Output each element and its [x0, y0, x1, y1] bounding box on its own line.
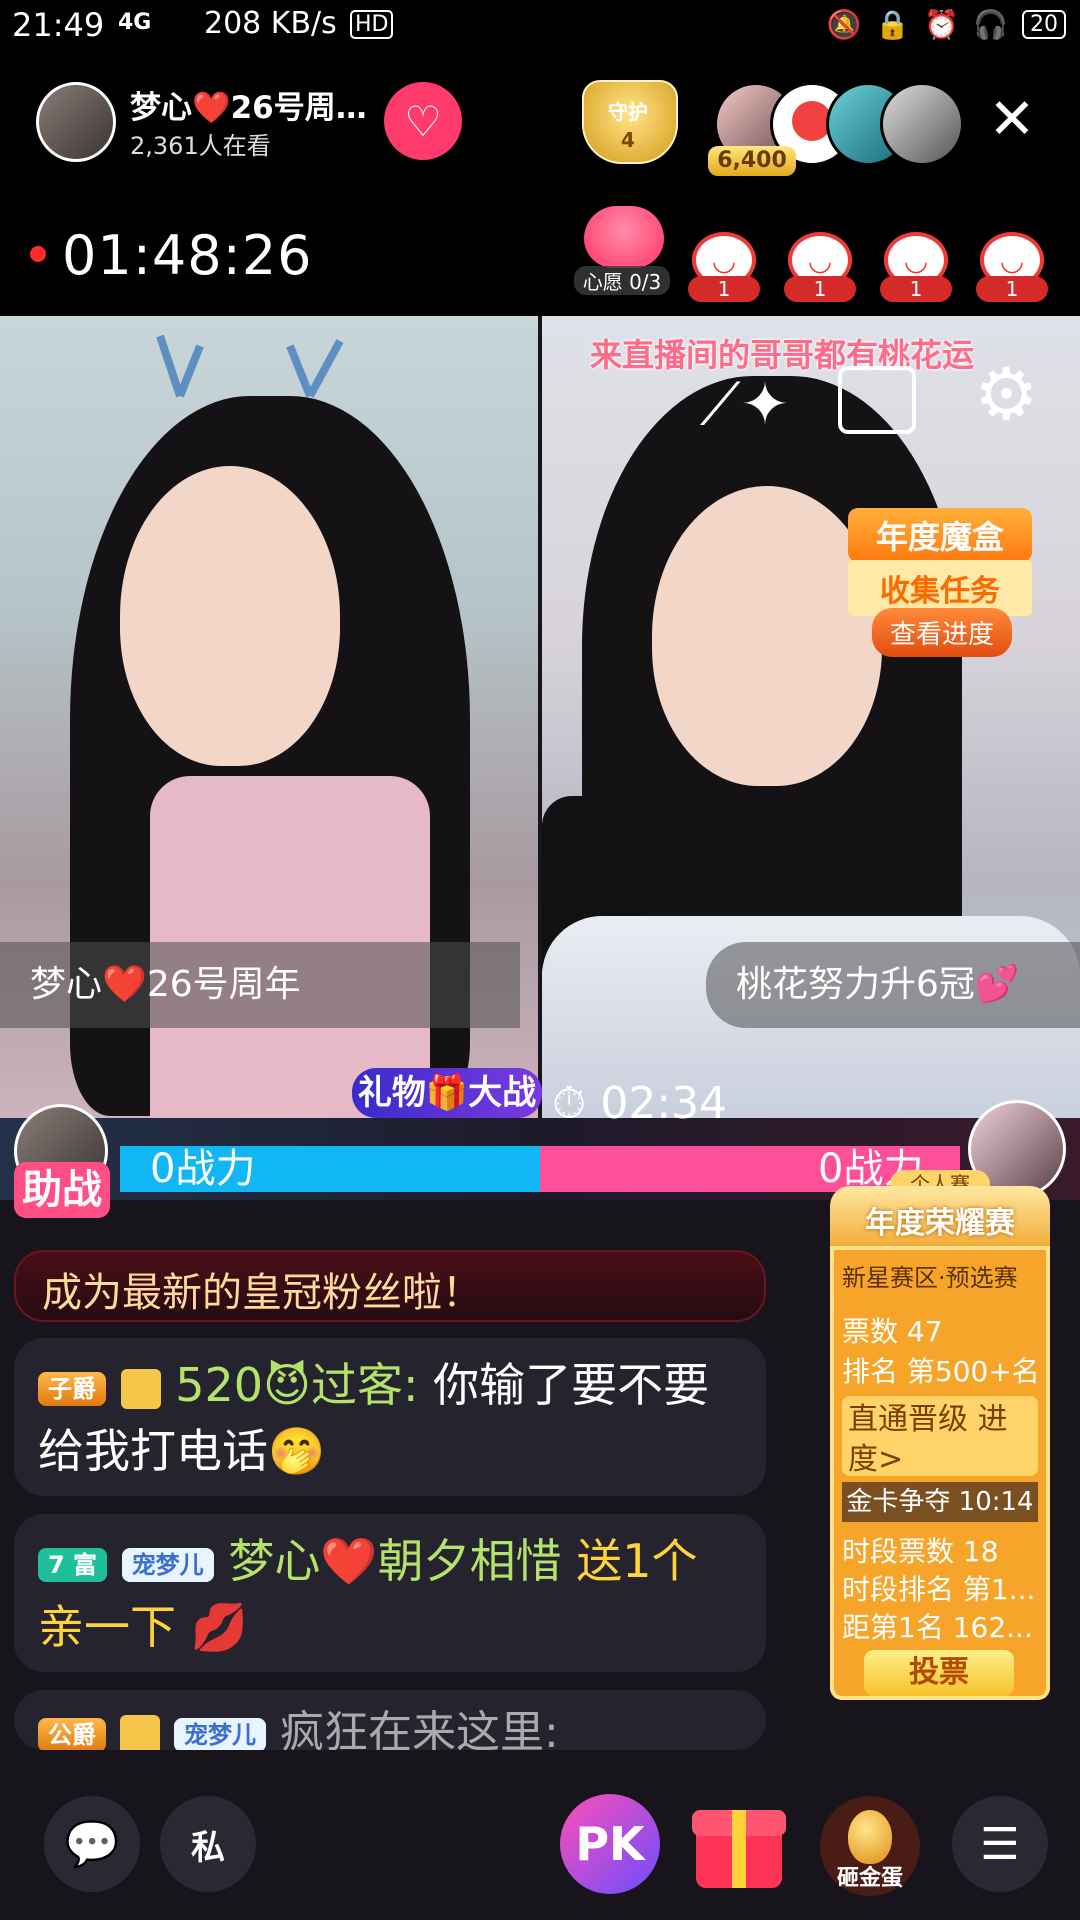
- close-button[interactable]: ✕: [984, 92, 1040, 148]
- golden-egg-label: 砸金蛋: [836, 1866, 903, 1891]
- wish-label: 心愿 0/3: [574, 266, 670, 295]
- battle-timer: ⏱ 02:34: [552, 1078, 727, 1129]
- left-streamer-name[interactable]: 梦心❤️26号周年: [0, 942, 520, 1028]
- gift-goal-item[interactable]: ◡ 1: [880, 232, 952, 316]
- status-icons: 🔕 🔒 ⏰ 🎧 20: [826, 8, 1066, 41]
- gift-battle-title[interactable]: 礼物🎁大战: [352, 1068, 542, 1118]
- status-bar: 21:49 4G 208 KB/s HD 🔕 🔒 ⏰ 🎧 20: [0, 0, 1080, 56]
- bell-muted-icon: 🔕: [826, 8, 862, 41]
- gift-goal-item[interactable]: ◡ 1: [784, 232, 856, 316]
- gift-goal-count: 1: [880, 276, 952, 302]
- private-message-button[interactable]: 私: [160, 1796, 256, 1892]
- hd-indicator: HD: [350, 10, 394, 39]
- chat-bubble-icon: 💬: [64, 1819, 120, 1870]
- golden-egg-icon: [848, 1810, 892, 1864]
- chat-username[interactable]: 梦心❤️朝夕相惜: [228, 1534, 561, 1588]
- clock-icon: ⏱: [552, 1078, 587, 1129]
- annual-magic-box[interactable]: 年度魔盒 收集任务 查看进度: [842, 490, 1038, 658]
- direct-promotion-label: 直通晋级: [848, 1402, 968, 1437]
- network-speed: 208 KB/s: [204, 6, 337, 41]
- live-indicator-icon: [30, 246, 46, 262]
- golden-egg-button[interactable]: 砸金蛋: [820, 1796, 920, 1896]
- battery-icon: 20: [1022, 10, 1066, 39]
- gift-goal-count: 1: [784, 276, 856, 302]
- host-avatar[interactable]: [36, 82, 116, 162]
- comment-button[interactable]: 💬: [44, 1796, 140, 1892]
- settings-gear-icon[interactable]: ⚙: [974, 358, 1039, 430]
- antler-headband-icon: [140, 316, 360, 416]
- video-face: [120, 466, 340, 766]
- headphones-icon: 🎧: [973, 8, 1008, 41]
- gift-button[interactable]: [692, 1798, 786, 1888]
- gap-to-first: 距第1名 162...: [842, 1611, 1033, 1644]
- top-fan-points: 6,400: [708, 146, 796, 176]
- guard-count: 4: [621, 128, 635, 152]
- period-votes: 时段票数 18: [842, 1535, 999, 1568]
- chat-message[interactable]: 公爵 宠梦儿 疯狂在来这里:: [14, 1690, 766, 1750]
- user-level-icon: [120, 1368, 161, 1409]
- follow-button[interactable]: ♡: [384, 82, 462, 160]
- assist-button[interactable]: 助战: [14, 1162, 110, 1218]
- private-message-label: 私: [191, 1827, 225, 1868]
- rank-division: 新星赛区·预选赛: [842, 1264, 1018, 1292]
- more-menu-button[interactable]: ☰: [952, 1796, 1048, 1892]
- user-level-icon: [120, 1715, 160, 1750]
- guard-title: 守护: [608, 100, 648, 124]
- right-streamer-name[interactable]: 桃花努力升6冠💕: [706, 942, 1080, 1028]
- lock-icon: 🔒: [875, 8, 911, 41]
- vote-button[interactable]: 投票: [864, 1650, 1014, 1696]
- camera-switch-icon[interactable]: [838, 366, 916, 434]
- gift-ribbon-icon: [732, 1810, 746, 1888]
- menu-icon: ☰: [980, 1818, 1020, 1870]
- rank-badge: 子爵: [38, 1371, 106, 1406]
- alarm-icon: ⏰: [924, 8, 960, 41]
- period-rank: 时段排名 第1...: [842, 1573, 1036, 1606]
- gift-goal-count: 1: [976, 276, 1048, 302]
- chat-username[interactable]: 520😈过客:: [175, 1358, 418, 1412]
- host-name[interactable]: 梦心❤️26号周…: [130, 82, 367, 127]
- top-fan-avatar[interactable]: [880, 82, 964, 166]
- magic-box-title: 年度魔盒: [848, 508, 1032, 562]
- status-time: 21:49: [12, 6, 105, 44]
- gift-goal-item[interactable]: ◡ 1: [688, 232, 760, 316]
- magic-wand-icon[interactable]: ⟋✦: [700, 370, 789, 439]
- gold-card-timer: 金卡争夺 10:14: [842, 1482, 1038, 1522]
- wish-heart-icon: [584, 206, 664, 268]
- chat-text: 疯狂在来这里:: [280, 1707, 559, 1750]
- annual-honor-card[interactable]: 个人赛 年度荣耀赛 新星赛区·预选赛 票数 47 排名 第500+名 直通晋级 …: [830, 1170, 1050, 1706]
- rank-votes: 票数 47: [842, 1315, 943, 1348]
- wealth-badge: 7 富: [38, 1547, 108, 1582]
- chat-message[interactable]: 7 富 宠梦儿 梦心❤️朝夕相惜 送1个亲一下 💋: [14, 1514, 766, 1672]
- live-timer: 01:48:26: [62, 224, 313, 287]
- close-icon: ✕: [988, 87, 1036, 152]
- gift-goal-count: 1: [688, 276, 760, 302]
- rank-position: 排名 第500+名: [842, 1355, 1040, 1388]
- chat-system-message: 成为最新的皇冠粉丝啦！: [14, 1250, 766, 1322]
- pk-button[interactable]: PK: [560, 1794, 660, 1894]
- battle-timer-text: 02:34: [600, 1078, 728, 1129]
- left-power-value: 0战力: [150, 1146, 256, 1192]
- pk-label: PK: [575, 1817, 645, 1871]
- rank-badge: 公爵: [38, 1718, 106, 1750]
- guard-badge[interactable]: 守护 4: [582, 80, 678, 166]
- view-progress-button[interactable]: 查看进度: [872, 608, 1012, 657]
- network-indicator: 4G: [118, 10, 152, 35]
- direct-promotion[interactable]: 直通晋级 进度>: [842, 1396, 1038, 1477]
- chat-message[interactable]: 子爵 520😈过客: 你输了要不要给我打电话🤭: [14, 1338, 766, 1496]
- fan-club-badge: 宠梦儿: [121, 1547, 214, 1582]
- gift-goal-item[interactable]: ◡ 1: [976, 232, 1048, 316]
- heart-plus-icon: ♡: [404, 96, 442, 146]
- fan-club-badge: 宠梦儿: [174, 1718, 266, 1750]
- viewer-count: 2,361人在看: [130, 132, 271, 160]
- wish-list[interactable]: 心愿 0/3: [574, 206, 670, 295]
